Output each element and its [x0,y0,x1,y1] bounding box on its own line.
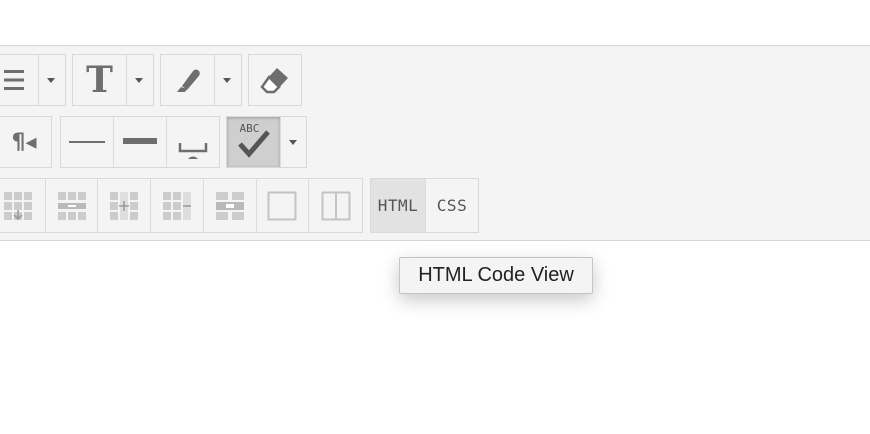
editor-toolbar: T ¶◂ ABC HTML CSS [0,45,870,241]
chevron-down-icon [223,77,231,83]
list-dropdown-button[interactable] [39,55,63,105]
tooltip-text: HTML Code View [418,264,574,286]
code-view-group: HTML CSS [370,178,479,233]
paragraph-direction-icon: ¶◂ [11,129,37,155]
thick-rule-button[interactable] [114,117,167,167]
insert-row-below-button[interactable] [0,179,46,232]
clear-format-button[interactable] [249,55,301,105]
chevron-down-icon [47,77,55,83]
text-style-group: T [72,54,154,106]
css-code-view-button[interactable]: CSS [426,179,478,232]
table-border-icon [267,191,297,221]
html-code-view-button[interactable]: HTML [371,179,426,232]
text-style-dropdown-button[interactable] [127,55,151,105]
list-button[interactable] [0,55,39,105]
highlight-group [160,54,242,106]
table-border-button[interactable] [257,179,310,232]
text-style-button[interactable]: T [73,55,127,105]
rules-group [60,116,220,168]
tooltip: HTML Code View [399,257,593,294]
paragraph-group: ¶◂ [0,116,52,168]
delete-column-button[interactable] [151,179,204,232]
merge-cells-icon [215,191,244,220]
split-cell-button[interactable] [309,179,362,232]
insert-column-button[interactable] [98,179,152,232]
spellcheck-icon: ABC [236,122,272,160]
highlight-dropdown-button[interactable] [215,55,239,105]
spellcheck-dropdown-button[interactable] [281,117,305,167]
merge-cells-button[interactable] [204,179,257,232]
eraser-icon [259,65,291,95]
eraser-group [248,54,302,106]
highlighter-icon [173,65,203,95]
delete-column-icon [163,191,191,220]
text-style-icon: T [86,59,113,101]
delete-row-button[interactable] [46,179,99,232]
thick-horizontal-rule-icon [123,138,157,146]
spellcheck-group: ABC [226,116,307,168]
css-label: CSS [436,196,468,215]
paragraph-direction-button[interactable]: ¶◂ [0,117,51,167]
chevron-down-icon [289,139,297,145]
thin-horizontal-rule-icon [69,139,105,145]
highlight-button[interactable] [161,55,215,105]
table-group [0,178,363,233]
html-label: HTML [377,196,419,215]
spellcheck-button[interactable]: ABC [227,117,281,167]
insert-row-below-icon [3,191,32,220]
list-group [0,54,66,106]
nonbreaking-space-button[interactable] [167,117,219,167]
chevron-down-icon [135,77,143,83]
list-icon [3,67,30,93]
insert-column-icon [110,191,139,220]
thin-rule-button[interactable] [61,117,114,167]
nonbreaking-space-icon [178,139,208,159]
delete-row-icon [57,191,86,220]
split-cell-icon [321,191,351,221]
